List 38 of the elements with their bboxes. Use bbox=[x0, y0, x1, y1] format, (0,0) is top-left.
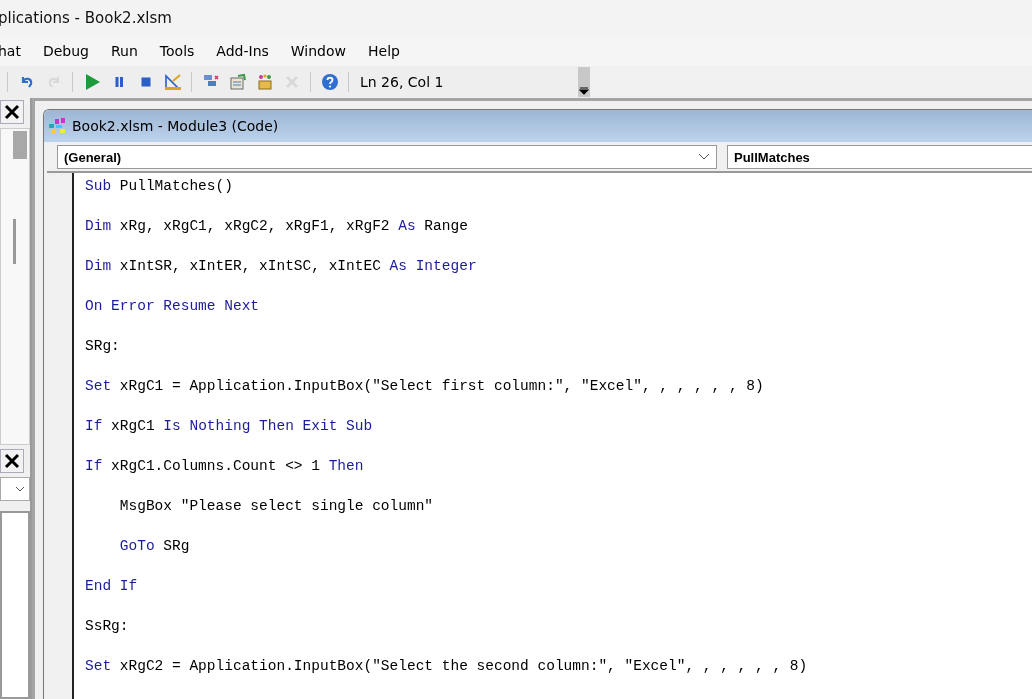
object-dropdown[interactable]: (General) bbox=[57, 145, 717, 169]
code-line: End If bbox=[85, 577, 139, 596]
toolbar-options-icon[interactable] bbox=[578, 67, 590, 97]
procedure-dropdown[interactable]: PullMatches bbox=[727, 145, 1032, 169]
code-line: GoTo SRg bbox=[118, 537, 191, 556]
scrollbar-thumb[interactable] bbox=[13, 219, 16, 264]
ruler-triangle-icon bbox=[163, 73, 182, 91]
code-line: Dim xIntSR, xIntER, xIntSC, xIntEC As Integer bbox=[85, 257, 478, 276]
menu-item[interactable]: Run bbox=[111, 43, 150, 59]
code-line: MsgBox "Please select single column" bbox=[118, 497, 435, 516]
code-line: SsRg: bbox=[85, 617, 130, 636]
code-line: SRg: bbox=[85, 337, 121, 356]
menu-item[interactable]: Debug bbox=[42, 43, 101, 59]
code-line: If xRgC1 Is Nothing Then Exit Sub bbox=[85, 417, 374, 436]
help-icon bbox=[320, 73, 339, 91]
close-button[interactable] bbox=[0, 449, 24, 473]
close-icon bbox=[4, 104, 20, 120]
chevron-down-icon bbox=[15, 486, 25, 492]
menu-item[interactable]: hat bbox=[0, 43, 33, 59]
code-window-title: Book2.xlsm - Module3 (Code) bbox=[72, 118, 279, 134]
close-button[interactable] bbox=[0, 100, 24, 124]
menu-item[interactable]: Window bbox=[290, 43, 358, 59]
code-line: On Error Resume Next bbox=[85, 297, 261, 316]
property-sheet-icon bbox=[228, 73, 247, 91]
code-line: Set xRgC1 = Application.InputBox("Select first column:", "Excel", , , , , , 8) bbox=[85, 377, 765, 396]
code-line: Sub PullMatches() bbox=[85, 177, 234, 196]
code-line: Set xRgC2 = Application.InputBox("Select the second column:", "Excel", , , , , , 8) bbox=[85, 657, 809, 676]
cursor-position: Ln 26, Col 1 bbox=[359, 74, 445, 90]
chevron-down-icon bbox=[698, 153, 710, 161]
menu-item[interactable]: Help bbox=[368, 43, 412, 59]
code-line: Dim xRg, xRgC1, xRgC2, xRgF1, xRgF2 As Range bbox=[85, 217, 469, 236]
menu-item[interactable]: Add-Ins bbox=[216, 43, 281, 59]
module-icon bbox=[48, 117, 68, 135]
window-title: plications - Book2.xlsm bbox=[0, 9, 172, 27]
code-line: If xRgC1.Columns.Count <> 1 Then bbox=[85, 457, 365, 476]
close-icon bbox=[4, 453, 20, 469]
menu-item[interactable]: Tools bbox=[159, 43, 207, 59]
box-shapes-icon bbox=[255, 73, 274, 91]
